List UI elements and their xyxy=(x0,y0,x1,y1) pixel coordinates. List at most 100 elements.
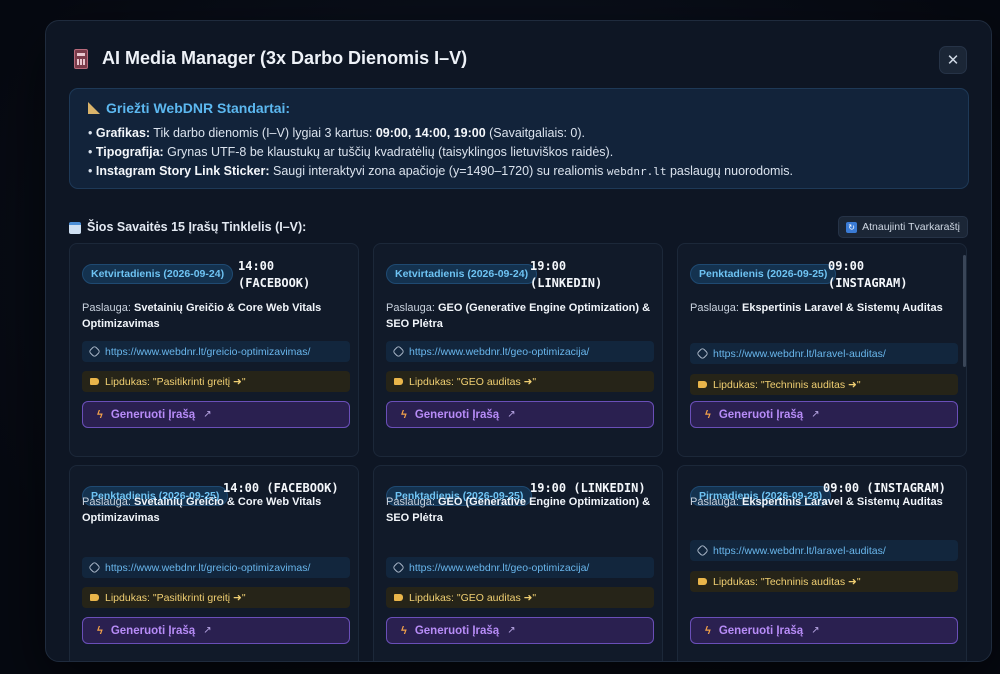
service-link[interactable]: https://www.webdnr.lt/greicio-optimizavi… xyxy=(82,557,350,578)
label-tag-icon xyxy=(698,578,707,585)
service-url: https://www.webdnr.lt/laravel-auditas/ xyxy=(713,347,886,360)
service-link[interactable]: https://www.webdnr.lt/laravel-auditas/ xyxy=(690,540,958,561)
day-badge: Ketvirtadienis (2026-09-24) xyxy=(386,264,538,284)
sticker-label: Lipdukas: "Pasitikrinti greitį ➜" xyxy=(82,371,350,392)
generate-post-button[interactable]: ϟ Generuoti Įrašą ↗ xyxy=(82,401,350,428)
lightning-bolt-icon: ϟ xyxy=(705,624,711,637)
grid-header: Šios Savaitės 15 Įrašų Tinklelis (I–V): … xyxy=(69,216,968,239)
service-name: Ekspertinis Laravel & Sistemų Auditas xyxy=(741,496,943,508)
day-badge: Penktadienis (2026-09-25) xyxy=(690,264,837,284)
lightning-bolt-icon: ϟ xyxy=(705,408,711,421)
generate-post-button[interactable]: ϟ Generuoti Įrašą ↗ xyxy=(82,617,350,644)
service-prefix: Paslauga: xyxy=(690,302,742,314)
post-time: 14:00 (FACEBOOK) xyxy=(238,259,311,290)
post-time: 19:00 (LINKEDIN) xyxy=(530,259,603,290)
standard-label: Instagram Story Link Sticker: xyxy=(95,164,270,178)
sticker-label: Lipdukas: "Pasitikrinti greitį ➜" xyxy=(82,587,350,608)
standards-title: Griežti WebDNR Standartai: xyxy=(106,100,291,116)
standard-text: (Savaitgaliais: 0). xyxy=(485,126,586,140)
sticker-text: Lipdukas: "Techninis auditas ➜" xyxy=(713,575,861,588)
standards-title-row: Griežti WebDNR Standartai: xyxy=(88,100,950,116)
service-line: Paslauga: Svetainių Greičio & Core Web V… xyxy=(82,300,354,332)
external-arrow-icon: ↗ xyxy=(811,625,820,636)
sticker-label: Lipdukas: "Techninis auditas ➜" xyxy=(690,374,958,395)
service-link[interactable]: https://www.webdnr.lt/geo-optimizacija/ xyxy=(386,557,654,578)
service-url: https://www.webdnr.lt/greicio-optimizavi… xyxy=(105,345,311,358)
lightning-bolt-icon: ϟ xyxy=(401,624,407,637)
link-icon xyxy=(88,345,101,358)
calendar-icon xyxy=(69,222,81,234)
standard-instagram: • Instagram Story Link Sticker: Saugi in… xyxy=(88,164,793,178)
label-tag-icon xyxy=(698,381,707,388)
domain-code: webdnr.lt xyxy=(606,165,667,178)
generate-label: Generuoti Įrašą xyxy=(718,624,804,637)
service-prefix: Paslauga: xyxy=(82,302,134,314)
day-badge: Ketvirtadienis (2026-09-24) xyxy=(82,264,234,284)
media-manager-modal: AI Media Manager (3x Darbo Dienomis I–V)… xyxy=(45,20,992,662)
schedule-card: Penktadienis (2026-09-25) 09:00 (INSTAGR… xyxy=(677,243,967,457)
lightning-bolt-icon: ϟ xyxy=(401,408,407,421)
service-link[interactable]: https://www.webdnr.lt/geo-optimizacija/ xyxy=(386,341,654,362)
standard-text: Saugi interaktyvi zona apačioje (y=1490–… xyxy=(269,164,607,178)
triangle-ruler-icon xyxy=(88,102,100,114)
modal-header: AI Media Manager (3x Darbo Dienomis I–V)… xyxy=(46,21,991,97)
service-line: Paslauga: GEO (Generative Engine Optimiz… xyxy=(386,494,658,526)
standard-text: Grynas UTF-8 be klaustukų ar tuščių kvad… xyxy=(163,145,614,159)
service-prefix: Paslauga: xyxy=(82,496,134,508)
generate-post-button[interactable]: ϟ Generuoti Įrašą ↗ xyxy=(690,401,958,428)
sticker-text: Lipdukas: "GEO auditas ➜" xyxy=(409,591,537,604)
service-link[interactable]: https://www.webdnr.lt/greicio-optimizavi… xyxy=(82,341,350,362)
external-arrow-icon: ↗ xyxy=(811,409,820,420)
generate-post-button[interactable]: ϟ Generuoti Įrašą ↗ xyxy=(386,401,654,428)
standard-schedule: • Grafikas: Tik darbo dienomis (I–V) lyg… xyxy=(88,126,586,140)
service-line: Paslauga: Svetainių Greičio & Core Web V… xyxy=(82,494,354,526)
close-button[interactable]: ✕ xyxy=(939,46,967,74)
post-time: 09:00 (INSTAGRAM) xyxy=(828,259,908,290)
generate-label: Generuoti Įrašą xyxy=(414,408,500,421)
calculator-icon xyxy=(74,49,88,69)
sticker-label: Lipdukas: "GEO auditas ➜" xyxy=(386,371,654,392)
scrollbar-thumb[interactable] xyxy=(963,255,966,367)
external-arrow-icon: ↗ xyxy=(203,409,212,420)
external-arrow-icon: ↗ xyxy=(507,625,516,636)
label-tag-icon xyxy=(90,594,99,601)
refresh-icon: ↻ xyxy=(846,221,858,233)
sticker-text: Lipdukas: "Pasitikrinti greitį ➜" xyxy=(105,591,246,604)
service-url: https://www.webdnr.lt/geo-optimizacija/ xyxy=(409,345,590,358)
generate-label: Generuoti Įrašą xyxy=(110,624,196,637)
generate-post-button[interactable]: ϟ Generuoti Įrašą ↗ xyxy=(386,617,654,644)
schedule-grid[interactable]: Ketvirtadienis (2026-09-24) 14:00 (FACEB… xyxy=(69,243,969,661)
service-link[interactable]: https://www.webdnr.lt/laravel-auditas/ xyxy=(690,343,958,364)
service-line: Paslauga: Ekspertinis Laravel & Sistemų … xyxy=(690,494,962,510)
service-line: Paslauga: Ekspertinis Laravel & Sistemų … xyxy=(690,300,962,316)
link-icon xyxy=(392,561,405,574)
schedule-card: Ketvirtadienis (2026-09-24) 14:00 (FACEB… xyxy=(69,243,359,457)
external-arrow-icon: ↗ xyxy=(203,625,212,636)
standard-times: 09:00, 14:00, 19:00 xyxy=(375,126,486,140)
service-line: Paslauga: GEO (Generative Engine Optimiz… xyxy=(386,300,658,332)
sticker-text: Lipdukas: "Techninis auditas ➜" xyxy=(713,378,861,391)
standard-text: paslaugų nuorodomis. xyxy=(666,164,793,178)
standards-panel: Griežti WebDNR Standartai: • Grafikas: T… xyxy=(69,88,969,189)
link-icon xyxy=(696,347,709,360)
sticker-label: Lipdukas: "Techninis auditas ➜" xyxy=(690,571,958,592)
refresh-schedule-button[interactable]: ↻ Atnaujinti Tvarkaraštį xyxy=(838,216,968,238)
generate-post-button[interactable]: ϟ Generuoti Įrašą ↗ xyxy=(690,617,958,644)
label-tag-icon xyxy=(394,378,403,385)
standard-typography: • Tipografija: Grynas UTF-8 be klaustukų… xyxy=(88,145,614,159)
link-icon xyxy=(392,345,405,358)
label-tag-icon xyxy=(394,594,403,601)
grid-title: Šios Savaitės 15 Įrašų Tinklelis (I–V): xyxy=(87,220,307,234)
standard-label: Grafikas: xyxy=(95,126,151,140)
schedule-card: Penktadienis (2026-09-25) 19:00 (LINKEDI… xyxy=(373,465,663,661)
sticker-text: Lipdukas: "GEO auditas ➜" xyxy=(409,375,537,388)
label-tag-icon xyxy=(90,378,99,385)
service-prefix: Paslauga: xyxy=(690,496,742,508)
service-url: https://www.webdnr.lt/laravel-auditas/ xyxy=(713,544,886,557)
standard-text: Tik darbo dienomis (I–V) lygiai 3 kartus… xyxy=(150,126,376,140)
service-url: https://www.webdnr.lt/greicio-optimizavi… xyxy=(105,561,311,574)
standard-label: Tipografija: xyxy=(95,145,164,159)
modal-title: AI Media Manager (3x Darbo Dienomis I–V) xyxy=(102,48,468,68)
generate-label: Generuoti Įrašą xyxy=(718,408,804,421)
schedule-card: Pirmadienis (2026-09-28) 09:00 (INSTAGRA… xyxy=(677,465,967,661)
